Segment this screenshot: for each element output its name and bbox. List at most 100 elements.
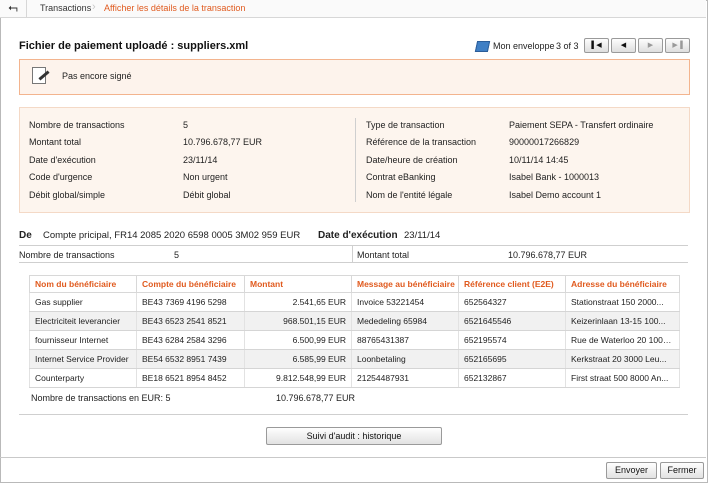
detail-label: Code d'urgence: [29, 172, 93, 182]
execution-date-value: 23/11/14: [404, 230, 441, 241]
column-header[interactable]: Compte du bénéficiaire: [136, 275, 245, 293]
table-cell: 652195574: [458, 330, 566, 350]
total-amount-value: 10.796.678,77 EUR: [508, 250, 588, 260]
details-divider: [355, 118, 356, 202]
table-cell: 21254487931: [351, 368, 459, 388]
column-header[interactable]: Message au bénéficiaire: [351, 275, 459, 293]
table-cell: 6.500,99 EUR: [244, 330, 352, 350]
next-button[interactable]: ▶: [638, 38, 663, 53]
detail-label: Nom de l'entité légale: [366, 190, 453, 200]
footer-divider: [0, 457, 706, 458]
last-page-button[interactable]: ▶▐: [665, 38, 690, 53]
table-cell: First straat 500 8000 An...: [565, 368, 680, 388]
table-cell: BE43 7369 4196 5298: [136, 292, 245, 312]
table-cell: BE18 6521 8954 8452: [136, 368, 245, 388]
detail-value: 10/11/14 14:45: [509, 155, 569, 165]
back-arrow-icon[interactable]: ⮢: [0, 0, 27, 17]
close-button[interactable]: Fermer: [660, 462, 704, 479]
table-cell: 652564327: [458, 292, 566, 312]
sign-document-icon: [32, 67, 46, 84]
detail-label: Date d'exécution: [29, 155, 96, 165]
table-cell: Keizerinlaan 13-15 100...: [565, 311, 680, 331]
detail-value: Débit global: [183, 190, 231, 200]
envelope-link[interactable]: Mon enveloppe: [493, 41, 555, 51]
send-button[interactable]: Envoyer: [606, 462, 657, 479]
detail-label: Montant total: [29, 137, 82, 147]
detail-value: Non urgent: [183, 172, 228, 182]
table-cell: 9.812.548,99 EUR: [244, 368, 352, 388]
detail-value: Isabel Demo account 1: [509, 190, 602, 200]
detail-label: Date/heure de création: [366, 155, 458, 165]
table-cell: 652132867: [458, 368, 566, 388]
table-row[interactable]: Electriciteit leverancier BE43 6523 2541…: [29, 311, 680, 331]
table-cell: Rue de Waterloo 20 1000...: [565, 330, 680, 350]
previous-icon: ◀: [620, 42, 627, 49]
beneficiaries-table: Nom du bénéficiaire Compte du bénéficiai…: [29, 275, 680, 388]
table-cell: 6521645546: [458, 311, 566, 331]
detail-value: Paiement SEPA - Transfert ordinaire: [509, 120, 654, 130]
breadcrumb-transactions[interactable]: Transactions: [40, 3, 91, 13]
column-header[interactable]: Adresse du bénéficiaire: [565, 275, 680, 293]
table-row[interactable]: Counterparty BE18 6521 8954 8452 9.812.5…: [29, 368, 680, 388]
table-row[interactable]: Gas supplier BE43 7369 4196 5298 2.541,6…: [29, 292, 680, 312]
column-header[interactable]: Montant: [244, 275, 352, 293]
table-cell: Loonbetaling: [351, 349, 459, 369]
detail-value: 23/11/14: [183, 155, 218, 165]
detail-value: 90000017266829: [509, 137, 580, 147]
table-cell: BE43 6523 2541 8521: [136, 311, 245, 331]
divider: [19, 414, 688, 415]
debit-account: Compte pricipal, FR14 2085 2020 6598 000…: [43, 230, 301, 241]
column-header[interactable]: Référence client (E2E): [458, 275, 566, 293]
divider: [19, 245, 688, 246]
execution-date-label: Date d'exécution: [318, 230, 398, 241]
next-icon: ▶: [647, 42, 654, 49]
detail-value: 5: [183, 120, 189, 130]
table-cell: BE54 6532 8951 7439: [136, 349, 245, 369]
divider: [19, 262, 688, 263]
table-cell: Gas supplier: [29, 292, 137, 312]
audit-history-button[interactable]: Suivi d'audit : historique: [266, 427, 442, 445]
summary-total: 10.796.678,77 EUR: [276, 393, 356, 403]
table-cell: Invoice 53221454: [351, 292, 459, 312]
breadcrumb-current: Afficher les détails de la transaction: [104, 3, 246, 13]
breadcrumb-separator-icon: ›: [92, 1, 96, 13]
detail-value: Isabel Bank - 1000013: [509, 172, 600, 182]
table-header-row: Nom du bénéficiaire Compte du bénéficiai…: [29, 275, 680, 293]
table-cell: Mededeling 65984: [351, 311, 459, 331]
detail-label: Débit global/simple: [29, 190, 106, 200]
table-cell: 88765431387: [351, 330, 459, 350]
table-cell: Internet Service Provider: [29, 349, 137, 369]
page-title: Fichier de paiement uploadé : suppliers.…: [19, 40, 249, 52]
table-row[interactable]: fournisseur Internet BE43 6284 2584 3296…: [29, 330, 680, 350]
column-header[interactable]: Nom du bénéficiaire: [29, 275, 137, 293]
previous-button[interactable]: ◀: [611, 38, 636, 53]
detail-label: Nombre de transactions: [29, 120, 125, 130]
table-cell: Electriciteit leverancier: [29, 311, 137, 331]
signature-notice: Pas encore signé: [19, 59, 690, 95]
table-cell: 968.501,15 EUR: [244, 311, 352, 331]
table-cell: fournisseur Internet: [29, 330, 137, 350]
table-cell: Stationstraat 150 2000...: [565, 292, 680, 312]
table-cell: 6.585,99 EUR: [244, 349, 352, 369]
first-page-icon: ▌◀: [591, 42, 602, 49]
table-cell: Counterparty: [29, 368, 137, 388]
table-row[interactable]: Internet Service Provider BE54 6532 8951…: [29, 349, 680, 369]
transaction-count-value: 5: [174, 250, 180, 260]
divider: [352, 246, 353, 262]
envelope-icon: [474, 41, 491, 52]
table-cell: BE43 6284 2584 3296: [136, 330, 245, 350]
first-page-button[interactable]: ▌◀: [584, 38, 609, 53]
table-cell: 652165695: [458, 349, 566, 369]
detail-label: Référence de la transaction: [366, 137, 477, 147]
envelope-count: 3 of 3: [556, 41, 579, 51]
breadcrumb: ⮢ Transactions › Afficher les détails de…: [0, 0, 706, 18]
transaction-count-label: Nombre de transactions: [19, 250, 115, 260]
debit-from-label: De: [19, 230, 32, 241]
transaction-details: Nombre de transactions 5 Montant total 1…: [19, 107, 690, 213]
detail-label: Type de transaction: [366, 120, 445, 130]
detail-label: Contrat eBanking: [366, 172, 436, 182]
total-amount-label: Montant total: [357, 250, 410, 260]
last-page-icon: ▶▐: [672, 42, 683, 49]
table-cell: Kerkstraat 20 3000 Leu...: [565, 349, 680, 369]
table-cell: 2.541,65 EUR: [244, 292, 352, 312]
